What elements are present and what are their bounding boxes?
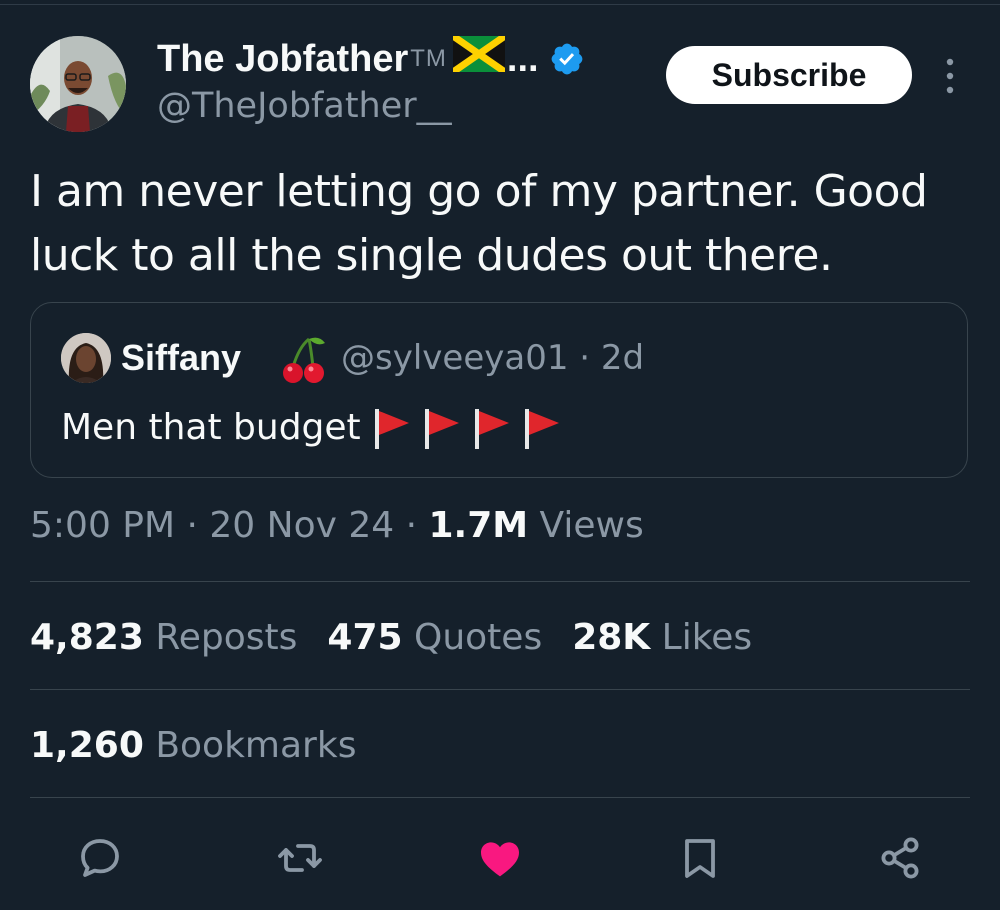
share-button[interactable] — [872, 830, 928, 886]
bookmark-icon — [685, 839, 715, 878]
likes-label: Likes — [661, 617, 753, 658]
trademark-mark: TM — [410, 45, 447, 72]
views-label: Views — [528, 505, 644, 546]
quotes-count: 475 — [327, 617, 403, 658]
quotes-stat[interactable]: 475 Quotes — [327, 614, 542, 662]
red-flag-icon — [374, 409, 409, 449]
tweet-text: I am never letting go of my partner. Goo… — [30, 166, 928, 281]
quotes-label: Quotes — [414, 617, 543, 658]
reposts-count: 4,823 — [30, 617, 144, 658]
share-icon — [881, 837, 919, 879]
repost-button[interactable] — [272, 830, 328, 886]
divider — [30, 581, 970, 582]
reposts-label: Reposts — [155, 617, 298, 658]
engagement-stats: 4,823 Reposts 475 Quotes 28K Likes — [30, 614, 752, 662]
reply-icon — [81, 839, 119, 877]
quoted-author-name[interactable]: Siffany — [121, 335, 241, 381]
top-divider — [0, 4, 1000, 5]
tweet-meta: 5:00 PM · 20 Nov 24 · 1.7M Views — [30, 502, 644, 550]
quoted-tweet-text: Men that budget — [61, 407, 361, 448]
author-name-row[interactable]: The Jobfather TM... — [157, 33, 585, 82]
views-count: 1.7M — [428, 505, 529, 546]
like-button[interactable] — [472, 830, 528, 886]
bookmark-button[interactable] — [672, 830, 728, 886]
red-flag-icon — [524, 409, 559, 449]
bookmarks-stat: 1,260 Bookmarks — [30, 722, 356, 770]
name-truncation: ... — [506, 38, 539, 80]
repost-icon — [278, 844, 322, 872]
quoted-author-avatar[interactable] — [61, 333, 111, 383]
more-options-icon[interactable] — [938, 54, 962, 98]
quoted-tweet-text-row: Men that budget — [61, 405, 565, 451]
quoted-handle-and-time[interactable]: @sylveeya01 · 2d — [341, 335, 644, 381]
quoted-tweet-card[interactable]: Siffany @sylveeya01 · 2d Men that budget — [30, 302, 968, 478]
author-name[interactable]: The Jobfather — [157, 37, 408, 81]
author-avatar[interactable] — [30, 36, 126, 132]
divider — [30, 797, 970, 798]
jamaica-flag-icon — [450, 33, 507, 82]
like-icon — [481, 842, 519, 877]
likes-count: 28K — [572, 617, 651, 658]
author-handle[interactable]: @TheJobfather__ — [157, 84, 452, 128]
red-flag-icon — [424, 409, 459, 449]
red-flags-group — [369, 405, 565, 451]
likes-stat[interactable]: 28K Likes — [572, 614, 752, 662]
bookmarks-label: Bookmarks — [155, 725, 357, 766]
reply-button[interactable] — [72, 830, 128, 886]
timestamp[interactable]: 5:00 PM · 20 Nov 24 · — [30, 505, 428, 546]
reposts-stat[interactable]: 4,823 Reposts — [30, 614, 297, 662]
divider — [30, 689, 970, 690]
subscribe-button[interactable]: Subscribe — [666, 46, 912, 104]
bookmarks-count: 1,260 — [30, 725, 144, 766]
red-flag-icon — [474, 409, 509, 449]
cherries-icon — [283, 337, 325, 383]
verified-badge-icon — [551, 43, 582, 75]
